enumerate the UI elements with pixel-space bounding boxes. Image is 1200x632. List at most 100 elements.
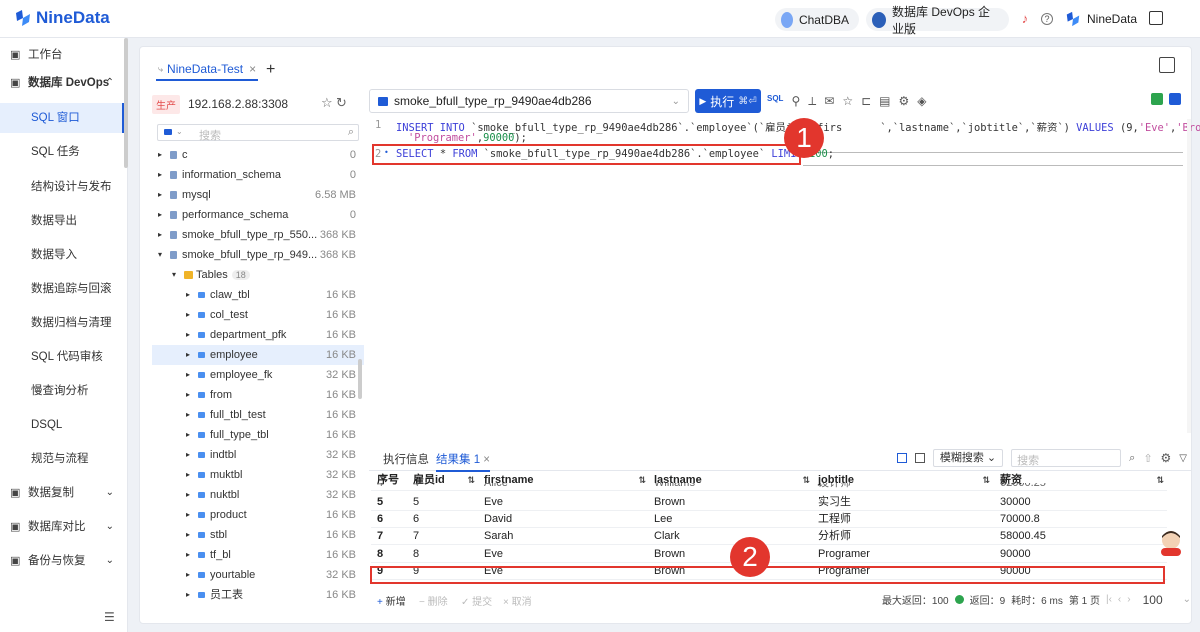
tree-row-table[interactable]: ▸ claw_tbl 16 KB xyxy=(152,285,364,305)
expand-closed-icon[interactable]: ▸ xyxy=(186,365,190,385)
sidebar-item-10[interactable]: 慢查询分析 xyxy=(0,376,124,406)
tree-scrollbar[interactable] xyxy=(358,359,362,399)
sidebar-item-6[interactable]: 数据导入 xyxy=(0,240,124,270)
prev-page-icon[interactable]: ‹ xyxy=(1118,594,1121,605)
expand-closed-icon[interactable]: ▸ xyxy=(158,185,162,205)
expand-closed-icon[interactable]: ▸ xyxy=(186,585,190,605)
add-tab-button[interactable]: + xyxy=(266,61,275,79)
submit-button[interactable]: ✓ 提交 xyxy=(461,593,492,608)
search-icon[interactable]: ⌕ xyxy=(348,126,354,139)
fuzzy-search-select[interactable]: 模糊搜索 ⌄ xyxy=(932,449,1004,467)
tree-row-db[interactable]: ▾ smoke_bfull_type_rp_949... 368 KB xyxy=(152,245,364,265)
expand-closed-icon[interactable]: ▸ xyxy=(158,145,162,165)
page-size-select[interactable]: 100 xyxy=(1143,593,1177,607)
expand-closed-icon[interactable]: ▸ xyxy=(186,285,190,305)
edition-button[interactable]: 数据库 DevOps 企业版 xyxy=(866,5,1009,36)
expand-closed-icon[interactable]: ▸ xyxy=(186,405,190,425)
tree-row-db[interactable]: ▸ mysql 6.58 MB xyxy=(152,185,364,205)
tree-search[interactable]: ⌄ 搜索 ⌕ xyxy=(157,124,359,142)
expand-open-icon[interactable]: ▾ xyxy=(172,265,176,285)
message-icon[interactable]: ✉ xyxy=(824,94,834,109)
settings-icon[interactable]: ⚙ xyxy=(1161,451,1172,465)
tree-row-table[interactable]: ▸ indtbl 32 KB xyxy=(152,445,364,465)
tree-row-table[interactable]: ▸ stbl 16 KB xyxy=(152,525,364,545)
tree-row-table[interactable]: ▸ employee_fk 32 KB xyxy=(152,365,364,385)
tree-row-table[interactable]: ▸ employee 16 KB xyxy=(152,345,364,365)
run-button[interactable]: ▶ 执行 ⌘⏎ xyxy=(695,89,761,113)
expand-closed-icon[interactable]: ▸ xyxy=(158,165,162,185)
shield-icon[interactable]: ◈ xyxy=(917,94,926,109)
assistant-avatar-icon[interactable] xyxy=(1157,528,1185,558)
tree-row-table[interactable]: ▸ muktbl 32 KB xyxy=(152,465,364,485)
sql-editor[interactable]: 1 INSERT INTO `smoke_bfull_type_rp_9490a… xyxy=(369,117,1200,437)
sidebar-scrollbar[interactable] xyxy=(124,38,128,168)
tree-row-db[interactable]: ▸ smoke_bfull_type_rp_550... 368 KB xyxy=(152,225,364,245)
chatdba-button[interactable]: ChatDBA xyxy=(775,8,859,31)
sidebar-item-9[interactable]: SQL 代码审核 xyxy=(0,342,124,372)
grid-view-icon[interactable] xyxy=(896,453,907,463)
upload-icon[interactable]: ⇧ xyxy=(1143,452,1152,465)
logo[interactable]: NineData xyxy=(14,8,110,28)
sidebar-item-13[interactable]: ▣ 数据复制 ⌄ xyxy=(0,478,124,508)
database-select[interactable]: smoke_bfull_type_rp_9490ae4db286 ⌄ xyxy=(369,89,689,113)
expand-closed-icon[interactable]: ▸ xyxy=(186,485,190,505)
first-page-icon[interactable]: |‹ xyxy=(1106,594,1112,605)
share-icon[interactable]: ⟂ xyxy=(808,94,816,109)
expand-closed-icon[interactable]: ▸ xyxy=(186,545,190,565)
expand-closed-icon[interactable]: ▸ xyxy=(186,445,190,465)
help-icon[interactable]: ? xyxy=(1041,13,1053,25)
tree-row-table[interactable]: ▸ 员工表 16 KB xyxy=(152,585,364,605)
user-avatar-icon[interactable] xyxy=(1065,11,1081,27)
expand-open-icon[interactable]: ▾ xyxy=(158,245,162,265)
collapse-sidebar-icon[interactable]: ☰ xyxy=(104,610,115,624)
sidebar-item-7[interactable]: 数据追踪与回滚 xyxy=(0,274,124,304)
editor-scrollbar[interactable] xyxy=(1187,119,1191,433)
tree-row-table[interactable]: ▸ product 16 KB xyxy=(152,505,364,525)
filter-icon[interactable]: ▽ xyxy=(1179,453,1187,464)
expand-closed-icon[interactable]: ▸ xyxy=(186,505,190,525)
close-tab-icon[interactable]: × xyxy=(249,62,256,76)
user-name[interactable]: NineData xyxy=(1087,12,1137,26)
form-view-icon[interactable] xyxy=(914,453,925,463)
tab-ninedata-test[interactable]: ⤷ NineData-Test × xyxy=(156,59,259,81)
expand-closed-icon[interactable]: ▸ xyxy=(186,465,190,485)
expand-closed-icon[interactable]: ▸ xyxy=(186,345,190,365)
sidebar-item-14[interactable]: ▣ 数据库对比 ⌄ xyxy=(0,512,124,542)
excel-icon[interactable] xyxy=(1151,93,1163,105)
expand-closed-icon[interactable]: ▸ xyxy=(186,425,190,445)
file-icon[interactable]: ▤ xyxy=(879,94,890,109)
next-page-icon[interactable]: › xyxy=(1127,594,1130,605)
language-icon[interactable] xyxy=(1149,11,1163,25)
expand-closed-icon[interactable]: ▸ xyxy=(158,205,162,225)
table-row[interactable]: 7 7 Sarah Clark 分析师 58000.45 xyxy=(371,528,1167,546)
table-row[interactable]: 6 6 David Lee 工程师 70000.8 xyxy=(371,511,1167,529)
expand-closed-icon[interactable]: ▸ xyxy=(186,325,190,345)
result-search-input[interactable]: 搜索 xyxy=(1011,449,1122,467)
sidebar-item-12[interactable]: 规范与流程 xyxy=(0,444,124,474)
fullscreen-icon[interactable] xyxy=(1159,57,1175,73)
refresh-icon[interactable]: ↻ xyxy=(336,95,347,111)
tree-row-db[interactable]: ▸ information_schema 0 xyxy=(152,165,364,185)
search-icon[interactable]: ⌕ xyxy=(1129,452,1135,465)
expand-closed-icon[interactable]: ▸ xyxy=(186,525,190,545)
export-icon[interactable] xyxy=(1169,93,1181,105)
sidebar-item-3[interactable]: SQL 任务 xyxy=(0,137,124,167)
table-row[interactable]: 5 5 Eve Brown 实习生 30000 xyxy=(371,494,1167,511)
notification-icon[interactable]: ♪ xyxy=(1017,11,1033,27)
tree-row-folder[interactable]: ▾ Tables 18 xyxy=(152,265,364,285)
sidebar-item-5[interactable]: 数据导出 xyxy=(0,206,124,236)
expand-closed-icon[interactable]: ▸ xyxy=(158,225,162,245)
paint-brush-icon[interactable]: ⚲ xyxy=(791,94,800,109)
tree-row-table[interactable]: ▸ tf_bl 16 KB xyxy=(152,545,364,565)
table-row-partial[interactable]: 4 4 Alice Williams 设计师 62000.25 xyxy=(371,483,1167,491)
expand-closed-icon[interactable]: ▸ xyxy=(186,305,190,325)
star-icon[interactable]: ☆ xyxy=(842,94,853,109)
database-filter-icon[interactable] xyxy=(164,129,172,135)
tree-row-table[interactable]: ▸ full_type_tbl 16 KB xyxy=(152,425,364,445)
sidebar-item-1[interactable]: ▣ 数据库 DevOps ⌃ xyxy=(0,68,124,98)
tree-row-db[interactable]: ▸ c 0 xyxy=(152,145,364,165)
delete-row-button[interactable]: − 删除 xyxy=(419,593,448,608)
tree-row-db[interactable]: ▸ performance_schema 0 xyxy=(152,205,364,225)
tree-row-table[interactable]: ▸ full_tbl_test 16 KB xyxy=(152,405,364,425)
sidebar-item-15[interactable]: ▣ 备份与恢复 ⌄ xyxy=(0,546,124,576)
